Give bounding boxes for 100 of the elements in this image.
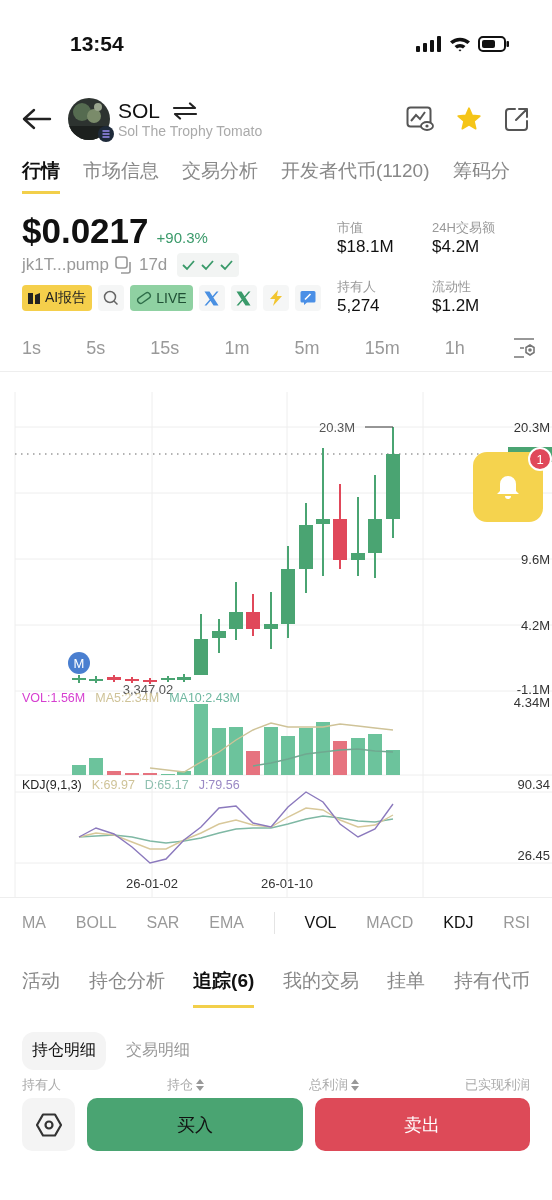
tab[interactable]: 筹码分 [452, 158, 510, 194]
price-change: +90.3% [156, 229, 208, 246]
leader-line [364, 426, 394, 428]
volume-bar [299, 728, 313, 775]
token-name: Sol The Trophy Tomato [118, 123, 264, 139]
sub-tab[interactable]: 持仓明细 [22, 1032, 106, 1070]
kdj-legend: K:69.97 [91, 778, 135, 792]
candle [143, 677, 157, 685]
tab[interactable]: 挂单 [387, 968, 426, 1008]
marker-dot[interactable] [68, 652, 90, 674]
tab[interactable]: 行情 [22, 158, 60, 194]
sell-button[interactable]: 卖出 [314, 1098, 530, 1151]
share-icon[interactable] [504, 106, 530, 132]
indicator-option[interactable]: SAR [146, 914, 180, 932]
volume-axis-label: 4.34M [513, 695, 550, 710]
x-button[interactable] [230, 285, 257, 311]
indicator-option[interactable]: RSI [503, 914, 530, 932]
edit-icon[interactable] [294, 285, 321, 311]
timeframe-option[interactable]: 5m [294, 337, 320, 359]
stat-label: 市值 [337, 219, 364, 237]
price-axis-label: 20.3M [513, 420, 550, 435]
tab[interactable]: 我的交易 [282, 968, 359, 1008]
column-header[interactable]: 总利润 [309, 1076, 349, 1094]
tab[interactable]: 持仓分析 [88, 968, 165, 1008]
stat-label: 流动性 [432, 278, 472, 296]
token-price: $0.0217 [22, 211, 149, 251]
indicator-option[interactable]: MACD [366, 914, 414, 932]
kdj-axis-label: 26.45 [517, 848, 550, 863]
marker-letter: M [73, 656, 85, 671]
volume-bar [333, 741, 347, 775]
candle [177, 673, 191, 683]
search-icon[interactable] [98, 285, 125, 311]
candle [194, 613, 208, 676]
signal-icon [416, 36, 442, 52]
volume-bar [177, 771, 191, 775]
sort-icon[interactable] [351, 1079, 360, 1091]
tab[interactable]: 市场信息 [83, 158, 159, 194]
kdj-legend: D:65.17 [144, 778, 189, 792]
indicator-option[interactable]: EMA [209, 914, 244, 932]
price-axis-label: -1.1M [516, 682, 550, 697]
timeframe-option[interactable]: 5s [86, 337, 106, 359]
star-icon[interactable] [456, 106, 482, 132]
swap-icon[interactable] [172, 102, 199, 120]
candle [212, 618, 226, 654]
indicator-option[interactable]: KDJ [443, 914, 474, 932]
timeframe-option[interactable]: 1s [22, 337, 41, 359]
volume-bar [246, 751, 260, 775]
timeframe-option[interactable]: 1h [444, 337, 465, 359]
sort-icon[interactable] [195, 1079, 204, 1091]
candle [107, 674, 121, 683]
stat-value: 5,274 [337, 296, 381, 316]
volume-legend: VOL:1.56M [22, 691, 86, 705]
volume-bar [368, 734, 382, 775]
alert-button[interactable] [473, 452, 543, 522]
candle [246, 593, 260, 637]
timeframe-option[interactable]: 1m [224, 337, 250, 359]
settings-button[interactable] [22, 1098, 75, 1151]
chain-icon [98, 126, 114, 142]
column-header[interactable]: 持仓 [166, 1076, 193, 1094]
volume-bar [264, 727, 278, 775]
buy-button[interactable]: 买入 [87, 1098, 303, 1151]
contract-address: jk1T...pump [22, 255, 109, 275]
candle [264, 591, 278, 650]
x-button[interactable] [198, 285, 225, 311]
stat-value: $1.2M [432, 296, 481, 316]
stat-value: $4.2M [432, 237, 481, 257]
settings-icon [35, 1111, 62, 1138]
copy-icon[interactable] [114, 256, 133, 274]
live-badge[interactable]: LIVE [130, 285, 193, 311]
candle [72, 674, 86, 684]
candle [89, 675, 103, 684]
column-header[interactable]: 持有人 [22, 1076, 61, 1094]
high-price-label: 20.3M [318, 420, 356, 435]
ai-report-badge[interactable]: AI报告 [22, 285, 93, 311]
timeframe-option[interactable]: 15m [364, 337, 400, 359]
battery-icon [478, 36, 510, 52]
kdj-axis-label: 90.34 [517, 777, 550, 792]
tab[interactable]: 开发者代币(1120) [281, 158, 430, 194]
back-arrow-icon[interactable] [22, 108, 52, 130]
tab[interactable]: 追踪(6) [193, 968, 255, 1008]
date-label: 26-01-02 [126, 876, 178, 891]
price-axis-label: 4.2M [521, 618, 550, 633]
volume-bar [386, 750, 400, 775]
candle [161, 675, 175, 683]
tab[interactable]: 活动 [22, 968, 60, 1008]
stat-label: 持有人 [337, 278, 377, 296]
timeframe-option[interactable]: 15s [150, 337, 180, 359]
indicator-option[interactable]: VOL [304, 914, 337, 932]
column-header[interactable]: 已实现利润 [464, 1076, 530, 1094]
token-symbol: SOL [118, 99, 161, 123]
checks-icon [177, 253, 240, 277]
volume-bar [281, 736, 295, 775]
sub-tab[interactable]: 交易明细 [116, 1032, 200, 1070]
chart-eye-icon[interactable] [406, 106, 434, 132]
price-axis-label: 9.6M [521, 552, 550, 567]
indicator-option[interactable]: MA [22, 914, 46, 932]
volume-bar [72, 765, 86, 775]
tab[interactable]: 持有代币 [453, 968, 530, 1008]
tab[interactable]: 交易分析 [182, 158, 258, 194]
indicator-option[interactable]: BOLL [75, 914, 117, 932]
